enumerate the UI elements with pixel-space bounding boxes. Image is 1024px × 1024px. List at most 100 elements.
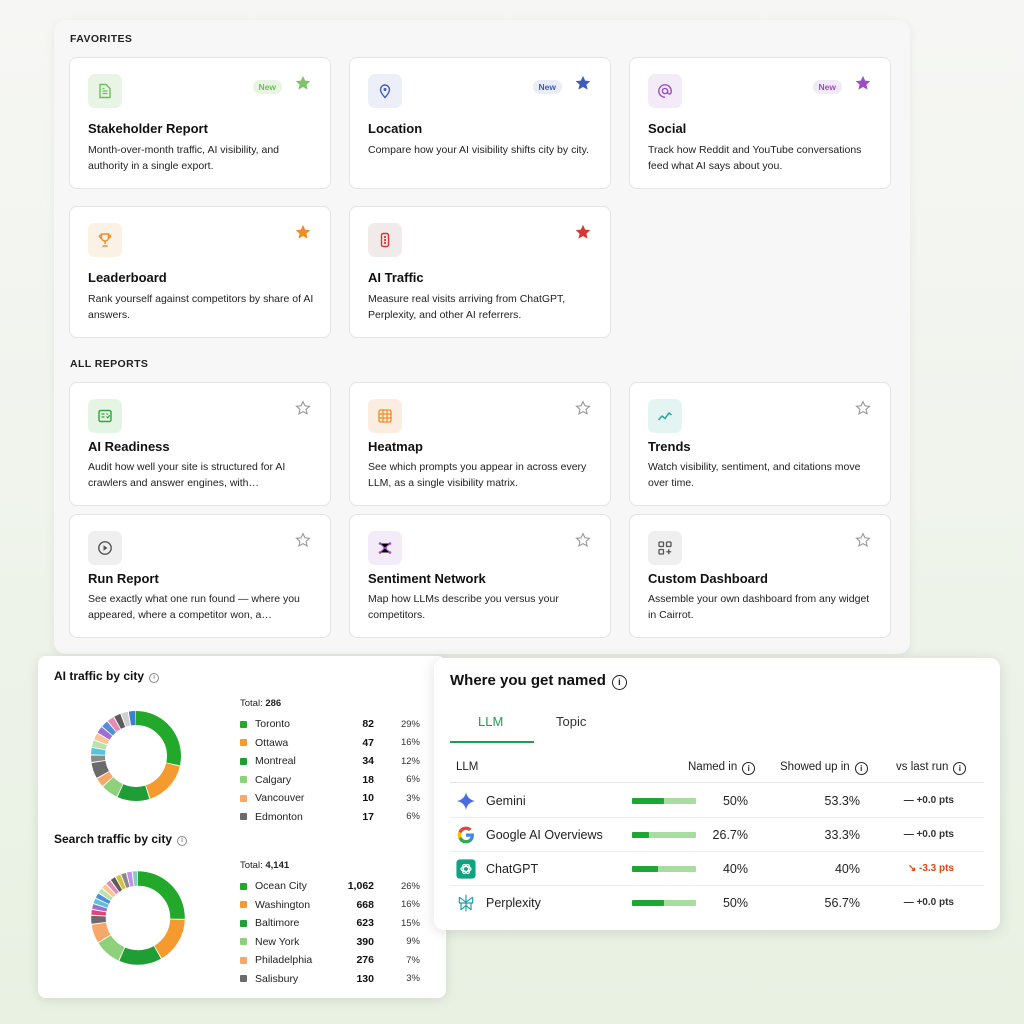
info-icon[interactable]: i [177, 836, 188, 846]
star-icon[interactable] [574, 223, 592, 241]
card-title: Custom Dashboard [648, 571, 768, 586]
legend-row: Vancouver 10 3% [240, 789, 420, 808]
card-description: Watch visibility, sentiment, and citatio… [648, 461, 861, 489]
star-outline-icon[interactable] [574, 531, 592, 549]
legend-city: Montreal [255, 755, 296, 768]
legend-percent: 7% [406, 954, 420, 966]
delta-value: — +0.0 pts [903, 897, 954, 908]
document-icon [88, 74, 122, 108]
active-tab-indicator [450, 741, 534, 743]
llm-name: ChatGPT [486, 862, 539, 876]
legend-percent: 3% [406, 792, 420, 804]
total-label: Total: 4,141 [240, 860, 290, 871]
table-row-perplexity[interactable]: Perplexity 50% 56.7% — +0.0 pts [450, 886, 984, 920]
legend-percent: 26% [400, 880, 420, 892]
legend-count: 82 [362, 718, 374, 731]
named-in-bar-fill [632, 798, 664, 804]
info-icon[interactable]: i [611, 675, 627, 690]
star-outline-icon[interactable] [294, 399, 312, 417]
column-header-named-in[interactable]: Named in i [688, 761, 756, 775]
tab-llm[interactable]: LLM [478, 714, 503, 729]
at-sign-icon [648, 74, 682, 108]
report-card-custom-dashboard[interactable]: Custom Dashboard Assemble your own dashb… [629, 514, 891, 638]
google-icon [457, 826, 474, 844]
report-card-social[interactable]: New Social Track how Reddit and YouTube … [629, 57, 891, 189]
legend-count: 623 [356, 917, 374, 930]
report-card-trends[interactable]: Trends Watch visibility, sentiment, and … [629, 382, 891, 506]
tab-topic[interactable]: Topic [556, 714, 586, 729]
legend-swatch [240, 919, 247, 927]
star-icon[interactable] [294, 74, 312, 92]
legend-swatch [240, 739, 247, 747]
report-card-heatmap[interactable]: Heatmap See which prompts you appear in … [349, 382, 611, 506]
legend-city: Salisbury [255, 972, 299, 985]
star-icon[interactable] [294, 223, 312, 241]
card-description: Month-over-month traffic, AI visibility,… [88, 144, 280, 172]
gemini-icon [456, 791, 476, 811]
legend-percent: 6% [406, 774, 420, 786]
card-description: Compare how your AI visibility shifts ci… [368, 144, 589, 156]
llm-name: Perplexity [486, 896, 541, 910]
header-divider [450, 782, 984, 783]
new-badge: New [812, 80, 842, 94]
legend-row: Ocean City 1,062 26% [240, 877, 420, 896]
legend-row: New York 390 9% [240, 933, 420, 952]
legend-percent: 12% [400, 755, 420, 767]
star-outline-icon[interactable] [854, 531, 872, 549]
star-icon[interactable] [574, 74, 592, 92]
card-title: Stakeholder Report [88, 121, 208, 136]
trophy-icon [88, 223, 122, 257]
tabs: LLM Topic [450, 706, 984, 744]
report-card-stakeholder-report[interactable]: New Stakeholder Report Month-over-month … [69, 57, 331, 189]
legend-swatch [240, 882, 247, 890]
report-card-leaderboard[interactable]: Leaderboard Rank yourself against compet… [69, 206, 331, 338]
legend-city: Baltimore [255, 917, 300, 930]
legend-city: Edmonton [255, 810, 303, 823]
column-header-llm: LLM [456, 761, 479, 773]
legend-percent: 6% [406, 811, 420, 823]
delta-value: — +0.0 pts [903, 795, 954, 806]
star-outline-icon[interactable] [574, 399, 592, 417]
search-traffic-legend: Total: 4,141 Ocean City 1,062 26% Washingt… [240, 860, 420, 988]
table-row-chatgpt[interactable]: ChatGPT 40% 40% ↘ -3.3 pts [450, 852, 984, 886]
card-description: Measure real visits arriving from ChatGP… [368, 293, 566, 321]
table-row-google-ai-overviews[interactable]: Google AI Overviews 26.7% 33.3% — +0.0 p… [450, 818, 984, 852]
legend-count: 34 [362, 755, 374, 768]
star-outline-icon[interactable] [854, 399, 872, 417]
column-header-vs-last-run[interactable]: vs last run i [896, 761, 967, 775]
legend-row: Salisbury 130 3% [240, 970, 420, 989]
star-outline-icon[interactable] [294, 531, 312, 549]
card-description: Track how Reddit and YouTube conversatio… [648, 144, 862, 172]
named-in-bar [632, 798, 696, 804]
report-card-ai-traffic[interactable]: AI Traffic Measure real visits arriving … [349, 206, 611, 338]
card-description: Audit how well your site is structured f… [88, 461, 286, 489]
total-label: Total: 286 [240, 698, 282, 709]
column-header-showed-up-in[interactable]: Showed up in i [780, 761, 868, 775]
reports-panel: FAVORITES New Stakeholder Report Month-o… [54, 20, 910, 654]
legend-swatch [240, 813, 247, 821]
card-description: Assemble your own dashboard from any wid… [648, 593, 870, 621]
legend-count: 17 [362, 810, 374, 823]
card-title: AI Traffic [368, 270, 424, 285]
report-card-sentiment-network[interactable]: Sentiment Network Map how LLMs describe … [349, 514, 611, 638]
legend-count: 668 [356, 898, 374, 911]
report-card-ai-readiness[interactable]: AI Readiness Audit how well your site is… [69, 382, 331, 506]
legend-swatch [240, 757, 247, 765]
legend-count: 47 [362, 736, 374, 749]
report-card-location[interactable]: New Location Compare how your AI visibil… [349, 57, 611, 189]
legend-swatch [240, 720, 247, 728]
report-card-run-report[interactable]: Run Report See exactly what one run foun… [69, 514, 331, 638]
table-row-gemini[interactable]: Gemini 50% 53.3% — +0.0 pts [450, 784, 984, 818]
info-icon[interactable]: i [149, 673, 160, 683]
named-in-value: 40% [722, 862, 748, 876]
legend-percent: 9% [406, 936, 420, 948]
legend-swatch [240, 794, 247, 802]
chatgpt-icon [456, 859, 476, 879]
named-in-value: 50% [722, 896, 748, 910]
star-icon[interactable] [854, 74, 872, 92]
legend-row: Washington 668 16% [240, 896, 420, 915]
legend-swatch [240, 975, 247, 983]
legend-percent: 16% [400, 899, 420, 911]
legend-count: 1,062 [347, 880, 374, 893]
info-icon: i [742, 762, 756, 775]
